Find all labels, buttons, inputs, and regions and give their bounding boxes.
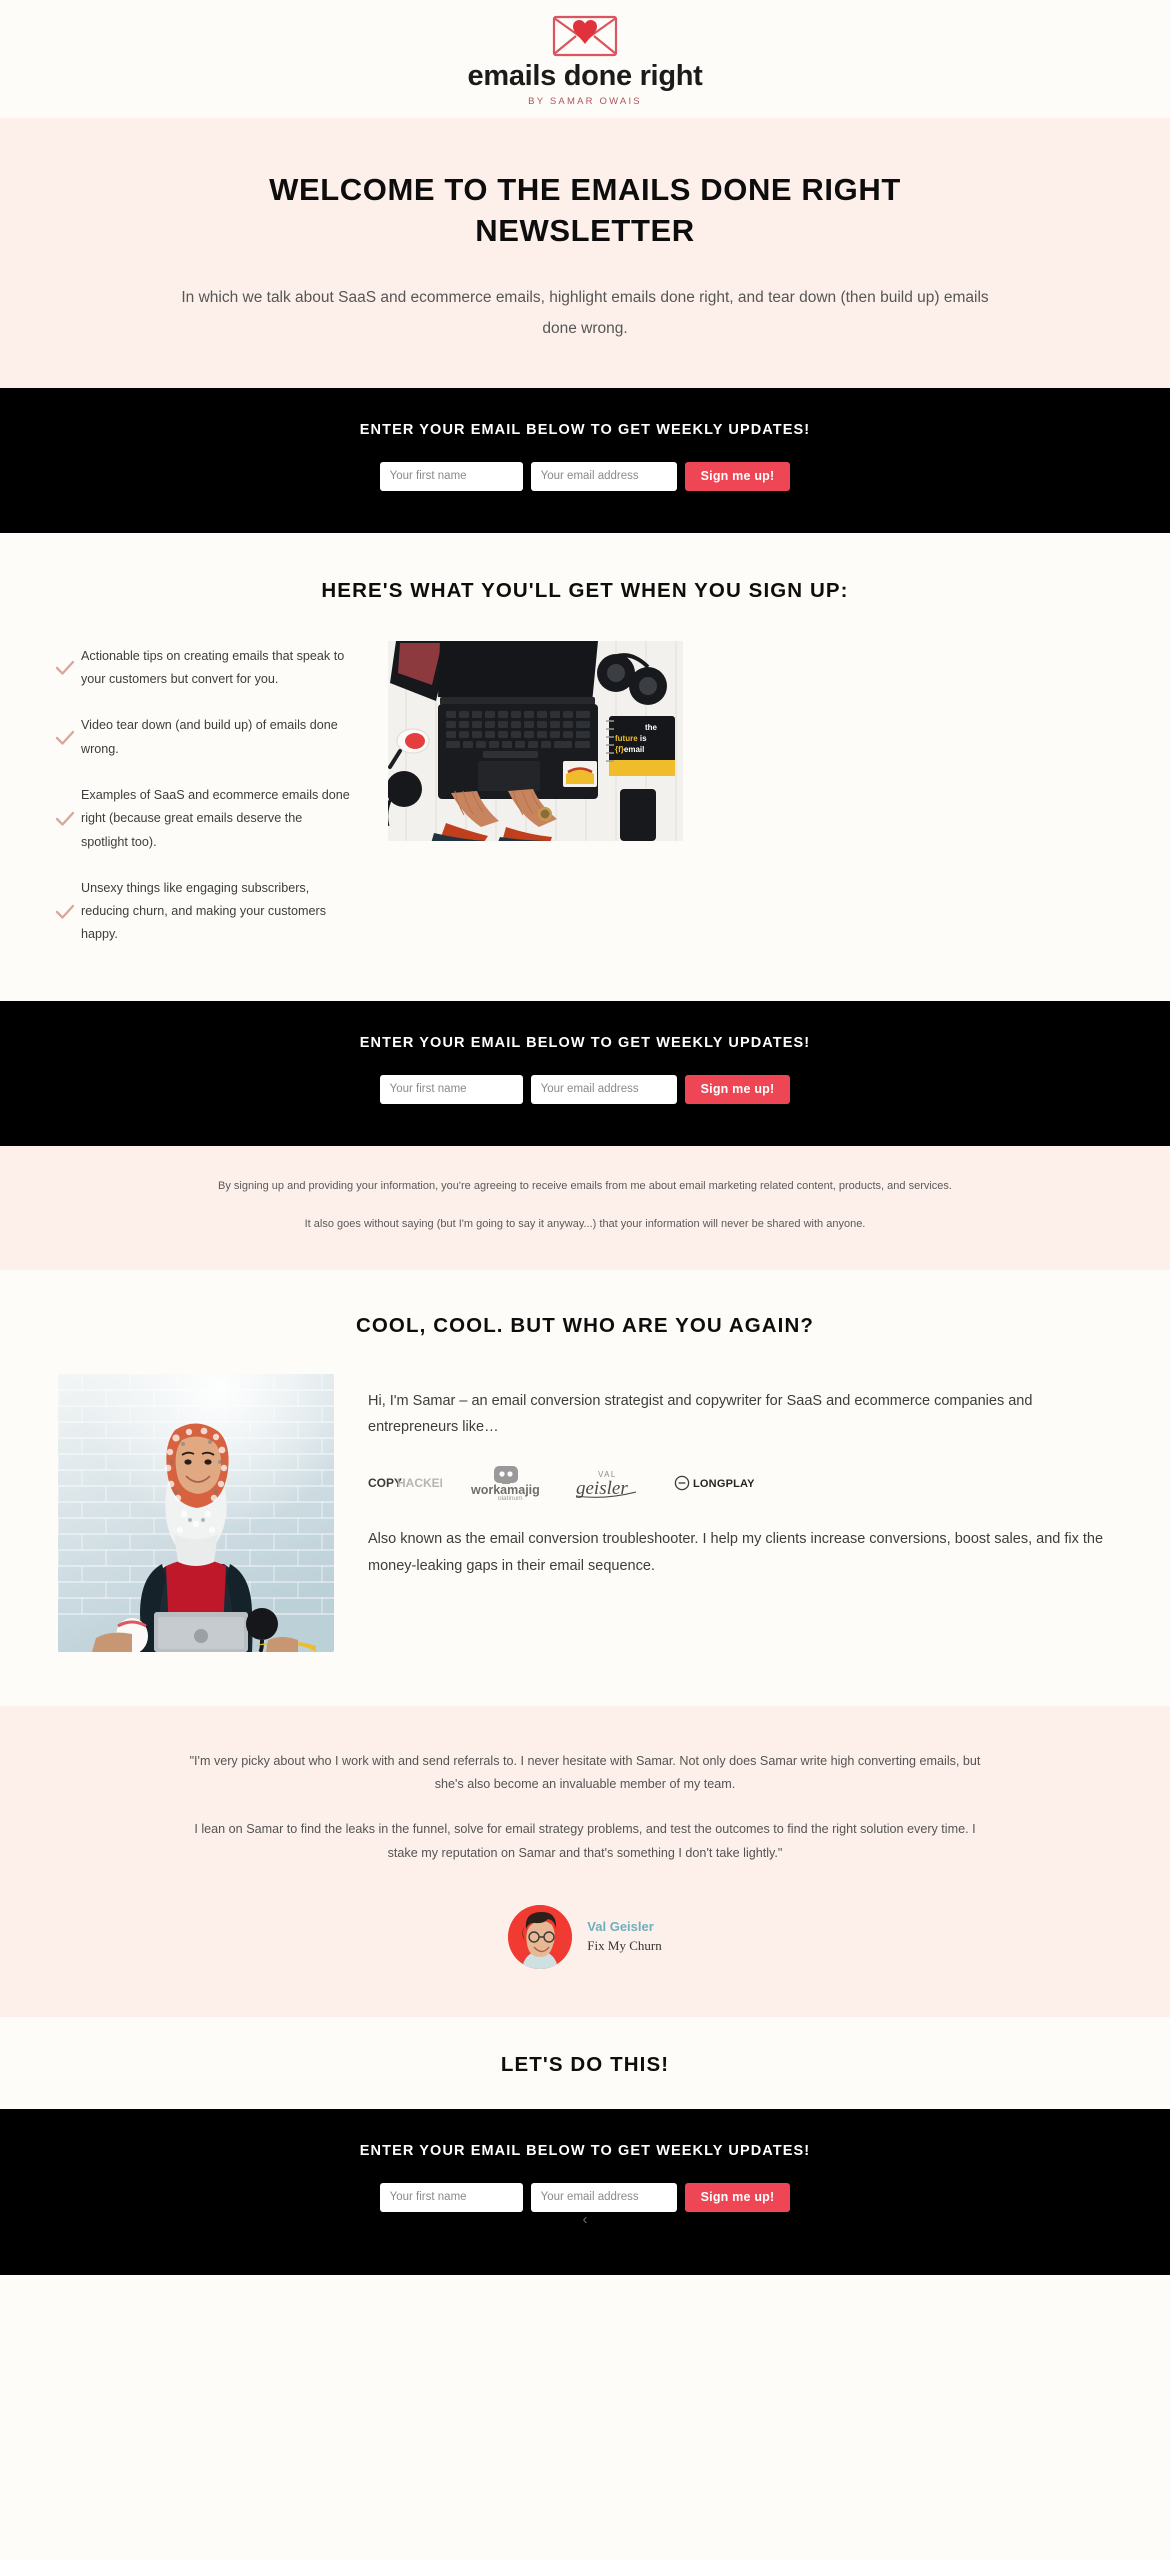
optin-heading: ENTER YOUR EMAIL BELOW TO GET WEEKLY UPD… <box>359 1034 811 1051</box>
about-paragraph-2: Also known as the email conversion troub… <box>368 1531 1104 1574</box>
chevron-left-icon[interactable]: ‹ <box>0 2212 1170 2233</box>
benefits-list: Actionable tips on creating emails that … <box>55 641 350 947</box>
about-paragraph-1: Hi, I'm Samar – an email conversion stra… <box>368 1392 1033 1436</box>
list-item: Video tear down (and build up) of emails… <box>55 714 350 761</box>
disclaimer-section: By signing up and providing your informa… <box>0 1145 1170 1270</box>
testimonial-author-company: Fix My Churn <box>587 1937 662 1953</box>
landing-page: emails done right BY SAMAR OWAIS WELCOME… <box>0 0 1170 2275</box>
svg-text:geisler: geisler <box>576 1478 628 1499</box>
list-item-label: Actionable tips on creating emails that … <box>81 648 345 687</box>
testimonial-quote-1: "I'm very picky about who I work with an… <box>189 1753 981 1791</box>
closing-section: LET'S DO THIS! <box>0 2016 1170 2109</box>
disclaimer-line-1: By signing up and providing your informa… <box>218 1179 952 1192</box>
signup-form-top: Sign me up! <box>0 461 1170 491</box>
page-title: WELCOME TO THE EMAILS DONE RIGHT NEWSLET… <box>269 172 901 248</box>
hands-typing-on-laptop-photo: the future is {f}email <box>388 640 683 841</box>
optin-section-bottom: ENTER YOUR EMAIL BELOW TO GET WEEKLY UPD… <box>0 2108 1170 2275</box>
disclaimer-line-2: It also goes without saying (but I'm goi… <box>304 1218 866 1231</box>
optin-heading: ENTER YOUR EMAIL BELOW TO GET WEEKLY UPD… <box>359 2142 811 2159</box>
email-input[interactable] <box>530 1074 677 1104</box>
check-icon <box>55 903 81 921</box>
check-icon <box>55 659 81 677</box>
svg-text:platinum: platinum <box>498 1495 523 1500</box>
signup-submit-button[interactable]: Sign me up! <box>684 2182 791 2212</box>
svg-text:the: the <box>645 723 658 732</box>
email-input[interactable] <box>530 2182 677 2212</box>
list-item-label: Unsexy things like engaging subscribers,… <box>81 880 327 942</box>
testimonial-author-name: Val Geisler <box>587 1919 654 1934</box>
list-item-label: Video tear down (and build up) of emails… <box>81 718 338 756</box>
site-header: emails done right BY SAMAR OWAIS <box>0 0 1170 118</box>
client-logos-row: COPY HACKERS workamajig platinum <box>368 1466 1112 1500</box>
testimonial-quote-2: I lean on Samar to find the leaks in the… <box>194 1822 976 1860</box>
testimonial-author: Val Geisler Fix My Churn <box>0 1904 1170 1969</box>
about-title: COOL, COOL. BUT WHO ARE YOU AGAIN? <box>355 1313 815 1337</box>
hero-subtitle: In which we talk about SaaS and ecommerc… <box>181 288 989 337</box>
longplay-logo: LONGPLAY <box>674 1475 754 1491</box>
about-copy: Hi, I'm Samar – an email conversion stra… <box>368 1374 1112 1580</box>
check-icon <box>55 729 81 747</box>
workamajig-logo: workamajig platinum <box>468 1466 544 1500</box>
svg-text:future is: future is <box>615 734 647 743</box>
signup-form-bottom: Sign me up! <box>0 2182 1170 2212</box>
list-item-label: Examples of SaaS and ecommerce emails do… <box>81 788 350 849</box>
list-item: Unsexy things like engaging subscribers,… <box>55 877 350 947</box>
signup-form-middle: Sign me up! <box>0 1074 1170 1104</box>
first-name-input[interactable] <box>379 461 523 491</box>
closing-title: LET'S DO THIS! <box>500 2052 670 2076</box>
optin-section-top: ENTER YOUR EMAIL BELOW TO GET WEEKLY UPD… <box>0 387 1170 533</box>
svg-text:LONGPLAY: LONGPLAY <box>693 1478 754 1490</box>
benefits-title: HERE'S WHAT YOU'LL GET WHEN YOU SIGN UP: <box>321 578 849 602</box>
val-geisler-logo: VAL geisler <box>570 1467 648 1499</box>
svg-text:HACKERS: HACKERS <box>397 1476 442 1490</box>
svg-text:{f}email: {f}email <box>615 745 644 754</box>
signup-submit-button[interactable]: Sign me up! <box>684 1074 791 1104</box>
optin-section-middle: ENTER YOUR EMAIL BELOW TO GET WEEKLY UPD… <box>0 1000 1170 1146</box>
benefits-photo-wrap: the future is {f}email <box>380 640 1115 841</box>
first-name-input[interactable] <box>379 1074 523 1104</box>
list-item: Actionable tips on creating emails that … <box>55 645 350 692</box>
testimonial-section: "I'm very picky about who I work with an… <box>0 1705 1170 2017</box>
about-section: COOL, COOL. BUT WHO ARE YOU AGAIN? Hi, I… <box>0 1269 1170 1706</box>
logo-byline: BY SAMAR OWAIS <box>528 96 642 107</box>
first-name-input[interactable] <box>379 2182 523 2212</box>
check-icon <box>55 810 81 828</box>
signup-submit-button[interactable]: Sign me up! <box>684 461 791 491</box>
optin-heading: ENTER YOUR EMAIL BELOW TO GET WEEKLY UPD… <box>359 421 811 438</box>
hero-section: WELCOME TO THE EMAILS DONE RIGHT NEWSLET… <box>0 118 1170 388</box>
benefits-section: HERE'S WHAT YOU'LL GET WHEN YOU SIGN UP:… <box>0 532 1170 1001</box>
email-input[interactable] <box>530 461 677 491</box>
samar-owais-portrait-photo <box>58 1373 334 1652</box>
logo-wordmark: emails done right <box>467 60 703 92</box>
avatar <box>508 1904 573 1969</box>
envelope-heart-icon <box>548 11 622 61</box>
list-item: Examples of SaaS and ecommerce emails do… <box>55 784 350 854</box>
copyhackers-logo: COPY HACKERS <box>368 1475 442 1491</box>
